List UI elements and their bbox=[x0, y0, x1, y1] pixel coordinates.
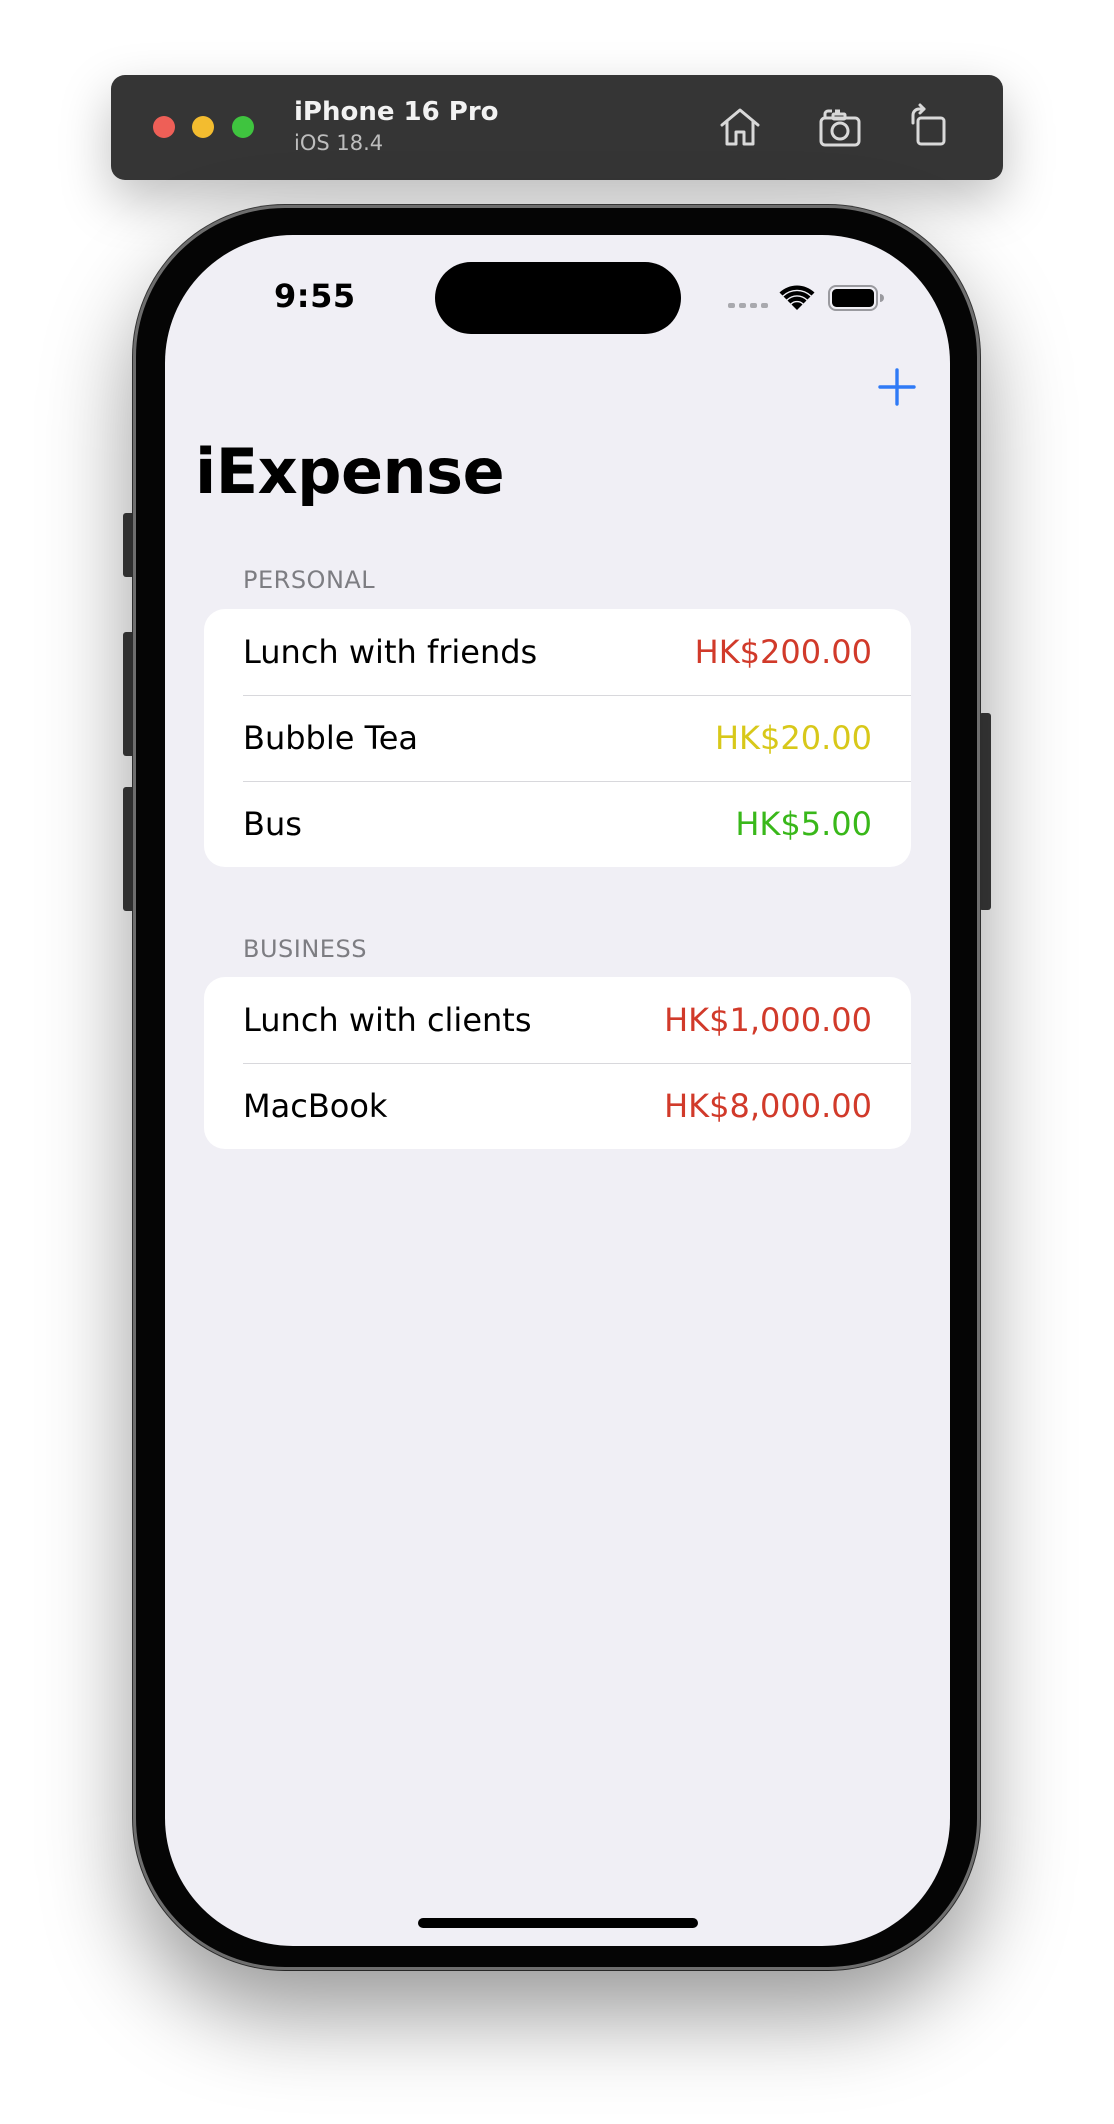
expense-amount: HK$8,000.00 bbox=[664, 1087, 872, 1125]
expense-row[interactable]: Bus HK$5.00 bbox=[204, 781, 911, 867]
device-os-version: iOS 18.4 bbox=[294, 131, 384, 155]
plus-icon bbox=[878, 368, 916, 406]
simulator-toolbar: iPhone 16 Pro iOS 18.4 bbox=[111, 75, 1003, 180]
expense-name: Bubble Tea bbox=[243, 719, 419, 757]
expense-name: Bus bbox=[243, 805, 302, 843]
expense-amount: HK$1,000.00 bbox=[664, 1001, 872, 1039]
side-button bbox=[979, 713, 991, 910]
expense-amount: HK$20.00 bbox=[714, 719, 872, 757]
battery-icon bbox=[828, 285, 884, 311]
home-indicator[interactable] bbox=[418, 1918, 698, 1928]
expense-row[interactable]: Lunch with clients HK$1,000.00 bbox=[204, 977, 911, 1063]
expense-name: Lunch with clients bbox=[243, 1001, 532, 1039]
expense-amount: HK$5.00 bbox=[735, 805, 872, 843]
section-header-business: BUSINESS bbox=[243, 935, 367, 963]
zoom-window-button[interactable] bbox=[232, 116, 254, 138]
section-header-personal: PERSONAL bbox=[243, 566, 376, 594]
expense-row[interactable]: Bubble Tea HK$20.00 bbox=[204, 695, 911, 781]
expense-name: Lunch with friends bbox=[243, 633, 538, 671]
page-title: iExpense bbox=[195, 435, 505, 508]
minimize-window-button[interactable] bbox=[192, 116, 214, 138]
expense-row[interactable]: Lunch with friends HK$200.00 bbox=[204, 609, 911, 695]
close-window-button[interactable] bbox=[153, 116, 175, 138]
screenshot-icon[interactable] bbox=[814, 101, 866, 153]
expense-name: MacBook bbox=[243, 1087, 388, 1125]
expense-amount: HK$200.00 bbox=[694, 633, 872, 671]
add-expense-button[interactable] bbox=[877, 367, 917, 407]
dynamic-island bbox=[435, 262, 681, 334]
wifi-icon bbox=[779, 283, 815, 311]
device-name: iPhone 16 Pro bbox=[294, 97, 499, 127]
expense-row[interactable]: MacBook HK$8,000.00 bbox=[204, 1063, 911, 1149]
status-time: 9:55 bbox=[274, 277, 356, 315]
business-expense-list: Lunch with clients HK$1,000.00 MacBook H… bbox=[204, 977, 911, 1149]
home-icon[interactable] bbox=[714, 101, 766, 153]
personal-expense-list: Lunch with friends HK$200.00 Bubble Tea … bbox=[204, 609, 911, 867]
cellular-signal-icon bbox=[728, 303, 768, 308]
rotate-icon[interactable] bbox=[904, 101, 956, 153]
app-screen: 9:55 iExpense PERSONAL Lunch with friend… bbox=[165, 235, 950, 1946]
